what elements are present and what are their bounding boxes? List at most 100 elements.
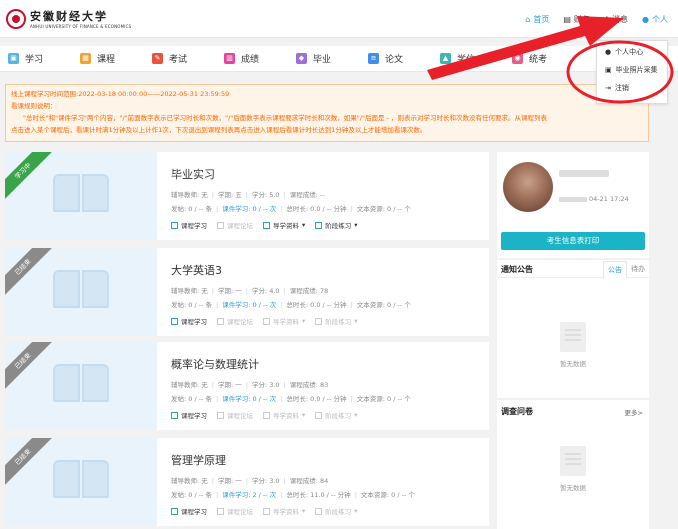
course-meta: 辅导教师: 无 | 学期: 一 | 学分: 4.0 | 课程成绩: 78 [171, 287, 329, 295]
nav-course[interactable]: ▦ 课程 [72, 52, 144, 65]
chevron-down-icon: ▾ [354, 221, 358, 229]
chevron-down-icon: ▾ [354, 317, 358, 325]
nav-grade[interactable]: ▥ 成绩 [216, 52, 288, 65]
course-status-ribbon: 已结束 [5, 438, 54, 488]
student-name-redacted [559, 170, 609, 177]
play-icon [171, 411, 178, 419]
university-seal-icon [6, 8, 26, 29]
nav-graduation[interactable]: ◆ 毕业 [288, 52, 360, 65]
course-title[interactable]: 毕业实习 [171, 166, 487, 182]
materials-icon [263, 411, 270, 419]
print-student-info-button[interactable]: 考生信息表打印 [501, 232, 645, 250]
practice-icon [315, 507, 323, 515]
practice-icon [315, 317, 323, 325]
topnav-home[interactable]: ⌂ 首页 [525, 14, 549, 25]
course-card: 学习中 毕业实习 辅导教师: 无 | 学期: 五 | 学分: 5.0 | 课程成绩: -- … [5, 152, 489, 240]
empty-document-icon [560, 446, 586, 476]
course-forum-link[interactable]: 课程论坛 [217, 506, 253, 516]
course-forum-link[interactable]: 课程论坛 [217, 316, 253, 326]
top-header: 安徽财经大学 ANHUI UNIVERSITY OF FINANCE & ECO… [0, 0, 678, 38]
course-meta: 辅导教师: 无 | 学期: 五 | 学分: 5.0 | 课程成绩: -- [171, 191, 325, 199]
course-actions: 课程学习 课程论坛 导学资料 ▾ 阶段练习 ▾ [171, 220, 487, 230]
course-status-ribbon: 已结束 [5, 248, 54, 298]
book-icon [53, 270, 109, 310]
logout-icon: ⇥ [605, 84, 611, 92]
course-thumbnail[interactable]: 已结束 [5, 248, 157, 336]
play-icon [171, 221, 178, 229]
tab-todo[interactable]: 待办 [627, 261, 649, 279]
guide-materials-dropdown[interactable]: 导学资料 ▾ [263, 410, 305, 420]
course-study-link[interactable]: 课程学习 [171, 316, 207, 326]
course-meta: 辅导教师: 无 | 学期: 一 | 学分: 3.0 | 课程成绩: 83 [171, 381, 329, 389]
avatar[interactable] [503, 162, 553, 212]
degree-icon: ▲ [440, 53, 451, 64]
top-navigation: ⌂ 首页 ▤ 财务 ♪ 消息 ● 个人 [525, 14, 668, 25]
course-progress: 发帖: 0 / -- 条 | 课件学习: 0 / -- 次 | 总时长: 0.0 / -… [171, 301, 411, 309]
chevron-down-icon: ▾ [302, 221, 306, 229]
chevron-down-icon: ▾ [354, 411, 358, 419]
nav-exam[interactable]: ✎ 考试 [144, 52, 216, 65]
play-icon [171, 317, 178, 325]
logo-subtitle: ANHUI UNIVERSITY OF FINANCE & ECONOMICS [30, 24, 132, 29]
chevron-down-icon: ▾ [354, 507, 358, 515]
course-status-ribbon: 学习中 [5, 152, 54, 202]
course-actions: 课程学习 课程论坛 导学资料 ▾ 阶段练习 ▾ [171, 410, 487, 420]
course-forum-link[interactable]: 课程论坛 [217, 410, 253, 420]
book-icon [53, 460, 109, 500]
materials-icon [263, 317, 270, 325]
stage-practice-dropdown[interactable]: 阶段练习 ▾ [315, 506, 358, 516]
stage-practice-dropdown[interactable]: 阶段练习 ▾ [315, 220, 358, 230]
course-thumbnail[interactable]: 已结束 [5, 342, 157, 430]
bell-icon: ♪ [603, 15, 610, 24]
topnav-finance[interactable]: ▤ 财务 [563, 14, 590, 25]
wallet-icon: ▤ [563, 15, 571, 24]
book-icon [53, 364, 109, 404]
forum-icon [217, 507, 224, 515]
notices-title: 通知公告 [501, 265, 533, 274]
course-title[interactable]: 概率论与数理统计 [171, 356, 487, 372]
nav-unified-exam[interactable]: ◉ 统考 [504, 52, 576, 65]
guide-materials-dropdown[interactable]: 导学资料 ▾ [263, 506, 305, 516]
course-study-link[interactable]: 课程学习 [171, 220, 207, 230]
home-icon: ⌂ [525, 15, 531, 24]
materials-icon [263, 507, 270, 515]
empty-survey-text: 暂无数据 [560, 484, 586, 492]
course-progress: 发帖: 0 / -- 条 | 课件学习: 0 / -- 次 | 总时长: 0.0 / -… [171, 395, 411, 403]
stage-practice-dropdown[interactable]: 阶段练习 ▾ [315, 410, 358, 420]
nav-thesis[interactable]: ≡ 论文 [360, 52, 432, 65]
tab-announcements[interactable]: 公告 [603, 261, 627, 279]
last-login: 04-21 17:24 [559, 195, 629, 203]
menu-logout[interactable]: ⇥ 注销 [597, 79, 667, 97]
course-meta: 辅导教师: 无 | 学期: 一 | 学分: 3.0 | 课程成绩: 84 [171, 477, 329, 485]
nav-study[interactable]: ▣ 学习 [0, 52, 72, 65]
stage-practice-dropdown[interactable]: 阶段练习 ▾ [315, 316, 358, 326]
grade-icon: ▥ [224, 53, 235, 64]
topnav-messages[interactable]: ♪ 消息 [604, 14, 628, 25]
course-title[interactable]: 管理学原理 [171, 452, 487, 468]
survey-more-link[interactable]: 更多> [625, 407, 643, 417]
course-card: 已结束 大学英语3 辅导教师: 无 | 学期: 一 | 学分: 4.0 | 课程成绩: 78… [5, 248, 489, 336]
course-card: 已结束 概率论与数理统计 辅导教师: 无 | 学期: 一 | 学分: 3.0 | 课程成绩:… [5, 342, 489, 430]
course-title[interactable]: 大学英语3 [171, 262, 487, 278]
notice-rule-2: 点击进入某个课程后，看课计时满1分钟及以上计作1次，下次退出到课程列表再点击进入… [11, 126, 427, 134]
empty-notices-text: 暂无数据 [560, 360, 586, 368]
survey-title: 调查问卷 [501, 407, 533, 416]
main-navigation: ▣ 学习 ▦ 课程 ✎ 考试 ▥ 成绩 ◆ 毕业 ≡ 论文 ▲ 学位 ◉ 统考 [0, 46, 678, 72]
practice-icon [315, 411, 323, 419]
course-thumbnail[interactable]: 已结束 [5, 438, 157, 526]
guide-materials-dropdown[interactable]: 导学资料 ▾ [263, 220, 305, 230]
guide-materials-dropdown[interactable]: 导学资料 ▾ [263, 316, 305, 326]
course-thumbnail[interactable]: 学习中 [5, 152, 157, 240]
course-study-link[interactable]: 课程学习 [171, 410, 207, 420]
menu-graduation-photo[interactable]: ▣ 毕业照片采集 [597, 61, 667, 79]
course-forum-link[interactable]: 课程论坛 [217, 220, 253, 230]
course-actions: 课程学习 课程论坛 导学资料 ▾ 阶段练习 ▾ [171, 316, 487, 326]
course-study-link[interactable]: 课程学习 [171, 506, 207, 516]
menu-personal-center[interactable]: ● 个人中心 [597, 43, 667, 61]
notices-panel: 通知公告 公告 待办 暂无数据 [497, 260, 649, 398]
notice-rule-1: "总时长"和"课件学习"两个内容，"/"前面数字表示已学习时长和次数，"/"后面… [23, 114, 547, 122]
nav-degree[interactable]: ▲ 学位 [432, 52, 504, 65]
university-logo[interactable]: 安徽财经大学 ANHUI UNIVERSITY OF FINANCE & ECO… [6, 8, 131, 29]
chevron-down-icon: ▾ [302, 507, 306, 515]
topnav-personal[interactable]: ● 个人 [642, 14, 668, 25]
